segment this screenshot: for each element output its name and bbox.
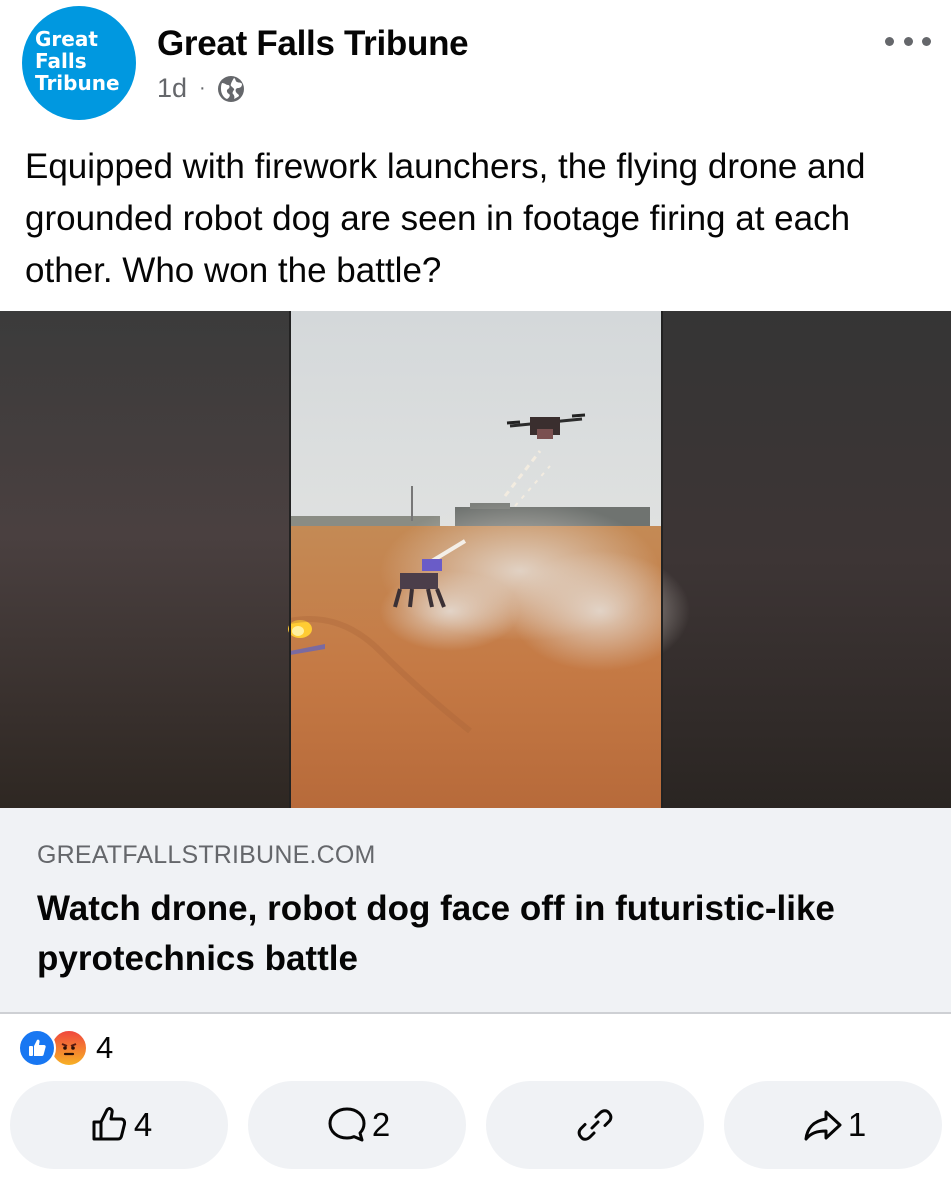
page-name[interactable]: Great Falls Tribune bbox=[157, 24, 469, 64]
like-count: 4 bbox=[133, 1106, 153, 1143]
link-preview-card[interactable]: GREATFALLSTRIBUNE.COM Watch drone, robot… bbox=[0, 808, 951, 1014]
copy-link-button[interactable] bbox=[486, 1081, 704, 1169]
avatar-line-2: Falls bbox=[35, 49, 87, 73]
video-thumbnail[interactable] bbox=[0, 311, 951, 808]
video-frame-image bbox=[0, 311, 951, 808]
more-dot-icon bbox=[903, 36, 913, 46]
more-dot-icon bbox=[885, 36, 894, 46]
like-reaction-icon bbox=[18, 1029, 56, 1067]
more-options-button[interactable] bbox=[885, 27, 931, 55]
reactions-summary[interactable]: 4 bbox=[18, 1027, 113, 1069]
comment-button[interactable]: 2 bbox=[248, 1081, 466, 1169]
post-header: Great Falls Tribune Great Falls Tribune … bbox=[0, 0, 951, 135]
globe-icon[interactable] bbox=[216, 74, 246, 104]
avatar-line-1: Great bbox=[35, 27, 98, 51]
post-actions-bar: 4 2 1 bbox=[10, 1081, 943, 1169]
share-count: 1 bbox=[847, 1106, 867, 1143]
more-dot-icon bbox=[922, 36, 931, 46]
link-icon bbox=[577, 1109, 613, 1141]
like-button[interactable]: 4 bbox=[10, 1081, 228, 1169]
link-headline: Watch drone, robot dog face off in futur… bbox=[37, 889, 835, 978]
thumbs-up-icon bbox=[92, 1107, 126, 1141]
link-domain: GREATFALLSTRIBUNE.COM bbox=[37, 841, 376, 869]
meta-separator: · bbox=[199, 77, 206, 99]
comment-count: 2 bbox=[371, 1106, 391, 1143]
page-avatar[interactable]: Great Falls Tribune bbox=[22, 6, 136, 120]
share-arrow-icon bbox=[804, 1110, 842, 1141]
post-caption: Equipped with firework launchers, the fl… bbox=[25, 147, 866, 290]
comment-icon bbox=[328, 1107, 366, 1142]
post-timestamp[interactable]: 1d bbox=[157, 73, 187, 104]
avatar-line-3: Tribune bbox=[35, 71, 120, 95]
share-button[interactable]: 1 bbox=[724, 1081, 942, 1169]
reaction-count: 4 bbox=[96, 1030, 114, 1065]
post-meta: 1d · bbox=[157, 73, 246, 104]
